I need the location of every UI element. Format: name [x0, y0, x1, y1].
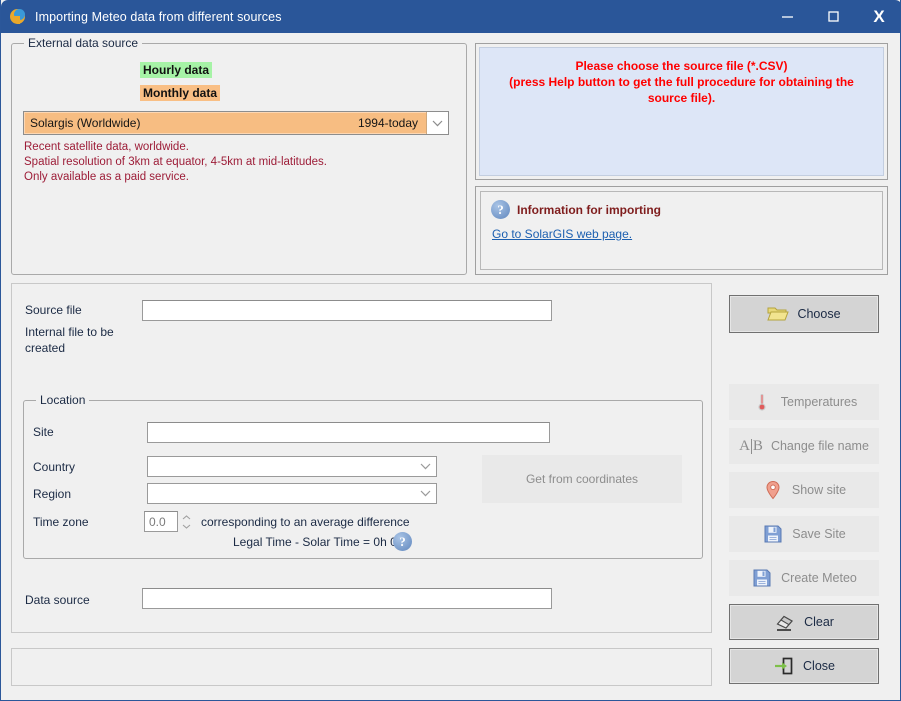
get-from-coordinates-button[interactable]: Get from coordinates [482, 455, 682, 503]
site-label: Site [33, 425, 54, 439]
source-select-years: 1994-today [357, 116, 418, 130]
temperatures-button-label: Temperatures [780, 395, 858, 409]
temperatures-button[interactable]: Temperatures [729, 384, 879, 420]
eraser-icon [776, 615, 793, 631]
information-panel-inner: ? Information for importing Go to SolarG… [480, 191, 883, 270]
maximize-icon [827, 11, 839, 22]
floppy-disk-icon [764, 525, 782, 543]
location-group-title: Location [36, 393, 90, 407]
change-file-name-button-label: Change file name [770, 439, 869, 453]
window-title: Importing Meteo data from different sour… [35, 9, 282, 24]
monthly-data-tag: Monthly data [140, 85, 220, 101]
chevron-down-icon [432, 120, 443, 126]
message-panel-inner: Please choose the source file (*.CSV) (p… [479, 47, 884, 176]
chevron-down-icon [420, 490, 430, 497]
timezone-label: Time zone [33, 515, 89, 529]
timezone-note-label: corresponding to an average difference [201, 515, 410, 529]
choose-button[interactable]: Choose [729, 295, 879, 333]
thermometer-icon [758, 394, 766, 411]
get-from-coordinates-label: Get from coordinates [525, 472, 639, 486]
region-select-arrow[interactable] [414, 484, 436, 503]
save-site-button[interactable]: Save Site [729, 516, 879, 552]
close-window-button[interactable]: X [856, 0, 901, 33]
chevron-down-icon[interactable] [182, 524, 191, 529]
close-button-label: Close [803, 659, 835, 673]
region-select[interactable] [147, 483, 437, 504]
status-text [12, 647, 20, 669]
source-file-input[interactable] [142, 300, 552, 321]
data-source-input[interactable] [142, 588, 552, 609]
minimize-icon [781, 16, 793, 18]
exit-door-icon [775, 657, 793, 675]
floppy-disk-icon [753, 569, 771, 587]
source-description: Recent satellite data, worldwide. Spatia… [24, 141, 327, 183]
map-pin-icon [766, 480, 780, 500]
close-icon: X [873, 7, 885, 26]
status-bar [11, 648, 712, 686]
ab-text-icon: AB [739, 437, 763, 454]
internal-file-label: Internal file to be created [25, 325, 114, 355]
information-heading: Information for importing [517, 202, 661, 217]
import-meteo-window: Importing Meteo data from different sour… [0, 0, 901, 701]
change-file-name-button[interactable]: AB Change file name [729, 428, 879, 464]
data-source-label: Data source [25, 593, 90, 607]
source-file-label: Source file [25, 303, 82, 317]
timezone-input[interactable]: 0.0 [144, 511, 178, 532]
window-controls: X [764, 0, 901, 33]
source-select-value: Solargis (Worldwide) [30, 116, 141, 130]
message-panel: Please choose the source file (*.CSV) (p… [475, 43, 888, 180]
information-panel: ? Information for importing Go to SolarG… [475, 186, 888, 275]
create-meteo-button[interactable]: Create Meteo [729, 560, 879, 596]
chevron-down-icon [420, 463, 430, 470]
source-select-display: Solargis (Worldwide) 1994-today [24, 112, 424, 134]
country-label: Country [33, 460, 76, 474]
region-label: Region [33, 487, 72, 501]
timezone-help-icon[interactable]: ? [393, 532, 412, 551]
title-bar: Importing Meteo data from different sour… [1, 0, 901, 33]
question-icon: ? [491, 200, 510, 219]
folder-open-icon [767, 307, 790, 321]
show-site-button-label: Show site [791, 483, 847, 497]
message-text: Please choose the source file (*.CSV) (p… [509, 59, 854, 105]
source-select-arrow[interactable] [426, 112, 448, 134]
chevron-up-icon[interactable] [182, 514, 191, 520]
maximize-button[interactable] [810, 0, 856, 33]
solargis-web-link[interactable]: Go to SolarGIS web page. [492, 227, 632, 241]
site-input[interactable] [147, 422, 550, 443]
source-select[interactable]: Solargis (Worldwide) 1994-today [23, 111, 449, 135]
timezone-stepper[interactable] [179, 511, 193, 532]
country-select[interactable] [147, 456, 437, 477]
close-button[interactable]: Close [729, 648, 879, 684]
save-site-button-label: Save Site [792, 527, 846, 541]
minimize-button[interactable] [764, 0, 810, 33]
show-site-button[interactable]: Show site [729, 472, 879, 508]
clear-button-label: Clear [804, 615, 834, 629]
information-heading-row: ? Information for importing [491, 200, 661, 219]
legal-time-label: Legal Time - Solar Time = 0h 0m [233, 535, 407, 549]
create-meteo-button-label: Create Meteo [781, 571, 857, 585]
country-select-arrow[interactable] [414, 457, 436, 476]
clear-button[interactable]: Clear [729, 604, 879, 640]
external-data-source-title: External data source [24, 36, 143, 50]
hourly-data-tag: Hourly data [140, 62, 213, 78]
choose-button-label: Choose [797, 307, 841, 321]
globe-icon [9, 8, 27, 26]
